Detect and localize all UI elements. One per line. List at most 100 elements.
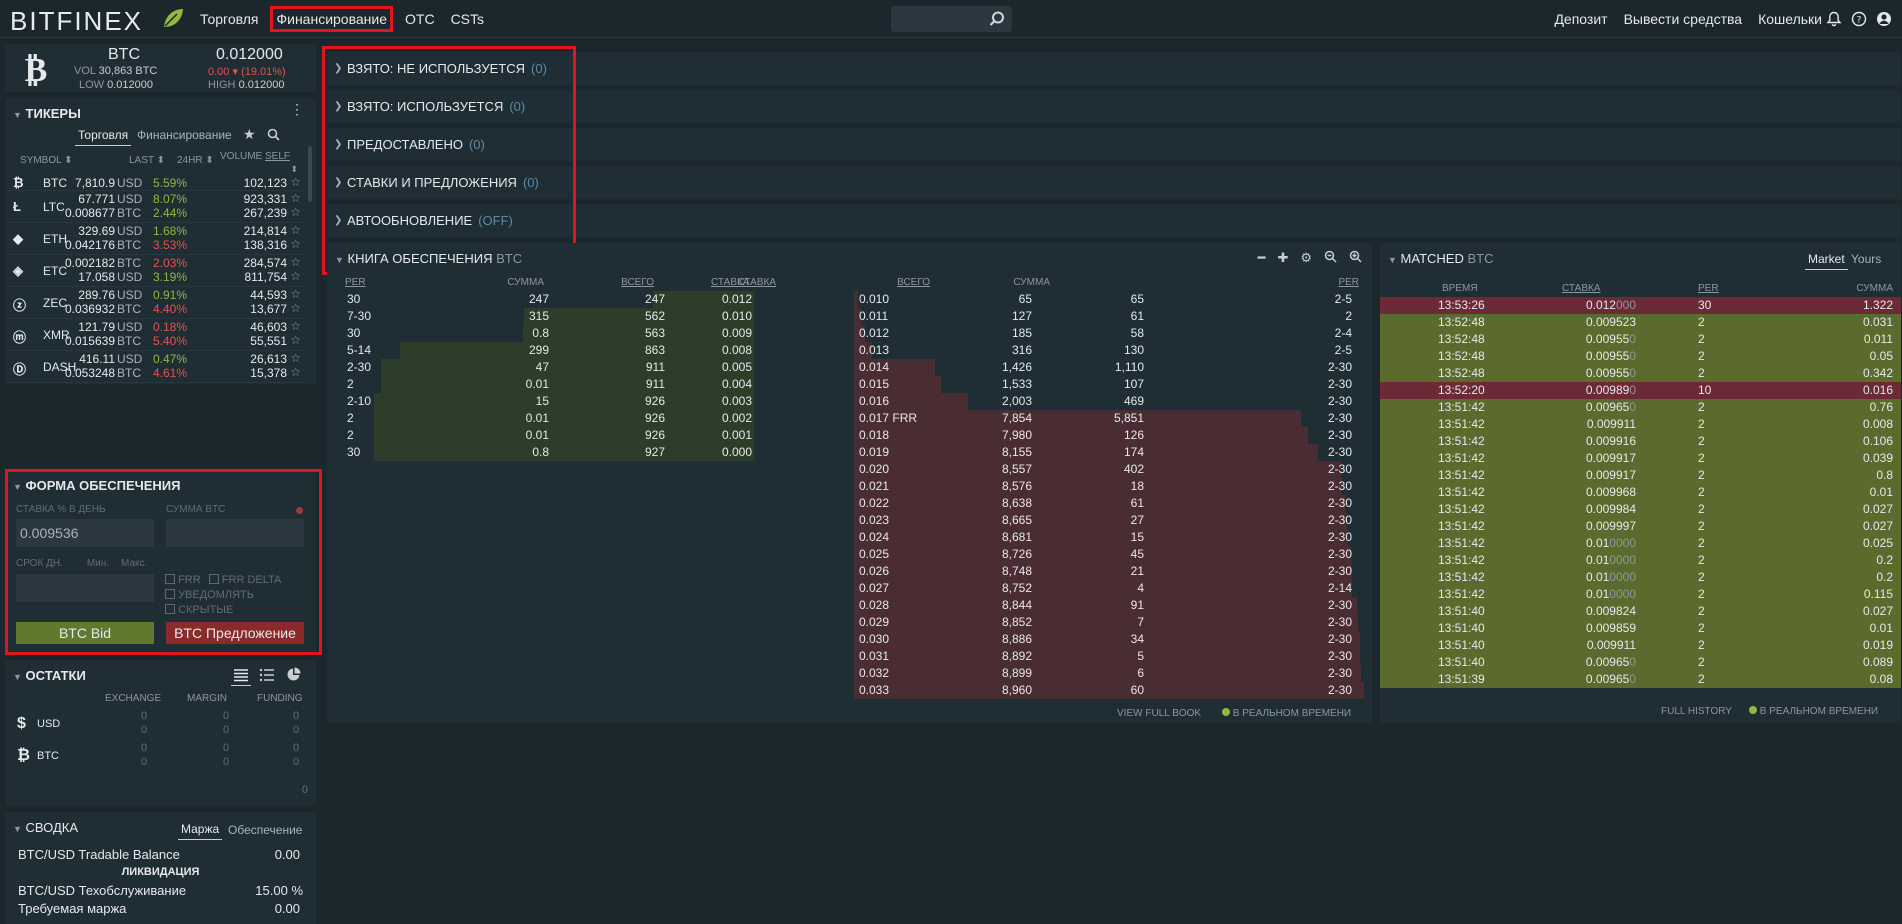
bell-icon[interactable] — [1826, 11, 1842, 27]
favorite-star-icon[interactable]: ☆ — [290, 205, 301, 219]
favorite-star-icon[interactable]: ☆ — [290, 319, 301, 333]
matched-per: 2 — [1698, 434, 1705, 448]
bid-depth-bar — [400, 342, 754, 359]
tickers-tab-trading[interactable]: Торговля — [75, 128, 132, 146]
col-self[interactable]: SELF — [265, 151, 290, 162]
matched-row: 13:52:20 0.009890 10 0.016 — [1380, 382, 1901, 399]
favorite-star-icon[interactable]: ☆ — [290, 351, 301, 365]
view-full-book-link[interactable]: VIEW FULL BOOK — [1117, 708, 1201, 719]
col-last[interactable]: LAST — [129, 155, 154, 166]
ask-total: 7,980 — [1001, 428, 1032, 442]
ask-amount: 91 — [1130, 598, 1144, 612]
bid-rate: 0.005 — [721, 360, 752, 374]
ask-col-header[interactable]: ВСЕГО — [897, 277, 930, 288]
zoom-out-icon[interactable] — [1324, 250, 1337, 263]
favorite-star-icon[interactable]: ☆ — [290, 223, 301, 237]
favorite-star-icon[interactable]: ☆ — [290, 175, 301, 189]
ticker-currency: USD — [117, 176, 143, 190]
account-icon[interactable] — [1876, 11, 1892, 27]
matched-rate-main: 0.00955 — [1585, 366, 1630, 380]
favorite-star-icon[interactable]: ☆ — [290, 191, 301, 205]
wallets-link[interactable]: Кошельки — [1758, 11, 1822, 27]
ticker-row[interactable]: Ⓓ DASH 416.11 USD 0.47% 26,613 ☆ 0.053248 BTC 4.6… — [5, 351, 305, 383]
matched-per: 2 — [1698, 366, 1705, 380]
ticker-search-icon[interactable] — [267, 128, 280, 141]
bid-amount: 0.01 — [525, 411, 549, 425]
matched-rate-pad: 0 — [1629, 672, 1636, 686]
tickers-tab-funding[interactable]: Финансирование — [137, 128, 232, 142]
matched-col-header[interactable]: PER — [1698, 283, 1719, 294]
ask-depth-bar — [854, 580, 1352, 597]
matched-rate: 0.010000 — [1586, 586, 1636, 603]
ask-total: 8,752 — [1001, 581, 1032, 595]
list-view-icon[interactable] — [233, 668, 249, 682]
collapse-chevron-icon[interactable]: ▼ — [13, 110, 22, 120]
summary-tab-funding[interactable]: Обеспечение — [228, 823, 302, 837]
favorite-star-icon[interactable]: ☆ — [290, 287, 301, 301]
gear-icon[interactable]: ⚙ — [1300, 250, 1312, 266]
favorite-star-icon[interactable]: ☆ — [290, 301, 301, 315]
ask-rate: 0.017 FRR — [859, 411, 918, 425]
matched-col-header[interactable]: ВРЕМЯ — [1442, 283, 1478, 294]
withdraw-link[interactable]: Вывести средства — [1624, 11, 1743, 27]
matched-per: 2 — [1698, 400, 1705, 414]
bid-total: 911 — [645, 377, 665, 391]
ticker-row[interactable]: ₿ BTC 7,810.9 USD 5.59% 102,123 ☆ — [5, 175, 305, 191]
matched-currency: BTC — [1467, 251, 1494, 266]
bid-col-header[interactable]: СУММА — [507, 277, 544, 288]
help-icon[interactable]: ? — [1851, 11, 1867, 27]
matched-col-header[interactable]: СУММА — [1856, 283, 1893, 294]
nav-funding[interactable]: Финансирование — [270, 6, 393, 32]
favorite-star-icon[interactable]: ☆ — [290, 333, 301, 347]
ask-col-header[interactable]: PER — [1338, 277, 1359, 288]
scrollbar[interactable] — [308, 146, 312, 202]
col-volume[interactable]: VOLUME — [220, 151, 262, 162]
search-icon — [989, 11, 1004, 26]
matched-tab-market[interactable]: Market — [1805, 252, 1848, 270]
ask-col-header[interactable]: СТАВКА — [711, 277, 750, 288]
deposit-link[interactable]: Депозит — [1554, 11, 1607, 27]
ask-col-header[interactable]: СУММА — [1013, 277, 1050, 288]
matched-amount: 0.05 — [1869, 349, 1893, 363]
search-input[interactable] — [891, 6, 1012, 32]
detail-view-icon[interactable] — [259, 668, 275, 682]
star-icon[interactable]: ★ — [243, 126, 256, 143]
col-symbol[interactable]: SYMBOL — [20, 155, 61, 166]
matched-col-header[interactable]: СТАВКА — [1562, 283, 1601, 294]
matched-rate-main: 0.009997 — [1585, 519, 1636, 533]
pie-chart-icon[interactable] — [286, 667, 301, 682]
bid-col-header[interactable]: ВСЕГО — [621, 277, 654, 288]
matched-tab-yours[interactable]: Yours — [1851, 252, 1881, 266]
nav-trading[interactable]: Торговля — [196, 7, 262, 31]
ask-per: 2-5 — [1334, 343, 1352, 357]
ask-depth-bar — [854, 461, 1341, 478]
collapse-chevron-icon[interactable]: ▼ — [1388, 255, 1397, 265]
nav-csts[interactable]: CSTs — [447, 7, 488, 31]
collapse-chevron-icon[interactable]: ▼ — [335, 255, 344, 265]
ticker-row[interactable]: ◆ ETH 329.69 USD 1.68% 214,814 ☆ 0.042176 BTC 3.5… — [5, 223, 305, 255]
favorite-star-icon[interactable]: ☆ — [290, 237, 301, 251]
summary-panel: ▼ СВОДКА Маржа Обеспечение BTC/USD Trada… — [5, 812, 316, 924]
ticker-row[interactable]: ⓩ ZEC 289.76 USD 0.91% 44,593 ☆ 0.036932 BTC 4.40… — [5, 287, 305, 319]
collapse-chevron-icon[interactable]: ▼ — [13, 672, 22, 682]
favorite-star-icon[interactable]: ☆ — [290, 255, 301, 269]
ticker-row[interactable]: ⓜ XMR 121.79 USD 0.18% 46,603 ☆ 0.015639 BTC 5.40… — [5, 319, 305, 351]
ticker-row[interactable]: ◈ ETC 0.002182 BTC 2.03% 284,574 ☆ 17.058 USD 3.1… — [5, 255, 305, 287]
ask-depth-bar — [854, 495, 1346, 512]
more-menu-icon[interactable]: ⋮ — [290, 102, 304, 116]
matched-row: 13:51:42 0.009984 2 0.027 — [1380, 501, 1901, 518]
minus-icon[interactable]: ━ — [1258, 250, 1266, 266]
summary-tab-margin[interactable]: Маржа — [178, 822, 223, 840]
nav-otc[interactable]: OTC — [401, 7, 439, 31]
ask-amount: 7 — [1137, 615, 1144, 629]
plus-icon[interactable]: ✚ — [1277, 250, 1288, 266]
ticker-row[interactable]: Ł LTC 67.771 USD 8.07% 923,331 ☆ 0.008677 BTC 2.4… — [5, 191, 305, 223]
favorite-star-icon[interactable]: ☆ — [290, 365, 301, 379]
zoom-in-icon[interactable] — [1349, 250, 1362, 263]
favorite-star-icon[interactable]: ☆ — [290, 269, 301, 283]
full-history-link[interactable]: FULL HISTORY — [1661, 706, 1732, 717]
collapse-chevron-icon[interactable]: ▼ — [13, 824, 22, 834]
bid-col-header[interactable]: PER — [345, 277, 366, 288]
col-24hr[interactable]: 24HR — [177, 155, 203, 166]
bitfinex-logo[interactable]: BITFINEX — [10, 6, 143, 37]
